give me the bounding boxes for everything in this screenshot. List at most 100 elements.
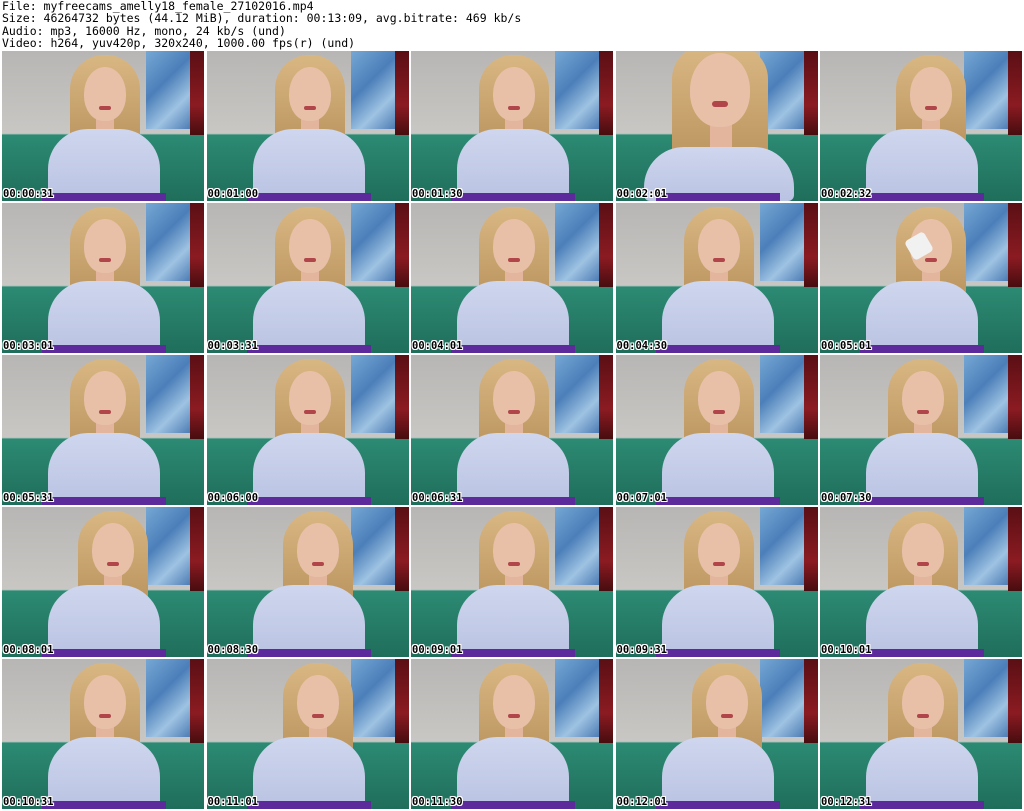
timestamp-label: 00:02:32 [821, 188, 872, 200]
white-top [48, 129, 160, 201]
lips [508, 410, 520, 414]
lips [917, 562, 929, 566]
background-red-panel [394, 659, 409, 749]
timestamp-label: 00:10:31 [3, 796, 54, 808]
lips [720, 714, 733, 718]
purple-fabric [451, 345, 575, 353]
background-poster [146, 507, 192, 585]
lips [311, 562, 324, 566]
video-thumbnail: 00:02:01 [615, 51, 818, 201]
white-top [661, 281, 774, 353]
background-poster [964, 51, 1010, 129]
white-top [48, 585, 160, 657]
face [493, 675, 535, 729]
white-top [866, 433, 978, 505]
lips [508, 106, 520, 110]
lips [712, 410, 725, 414]
face [697, 523, 740, 577]
purple-fabric [451, 193, 575, 201]
background-poster [759, 203, 806, 281]
background-poster [964, 659, 1010, 737]
lips [917, 714, 929, 718]
timestamp-label: 00:03:01 [3, 340, 54, 352]
white-top [866, 281, 978, 353]
background-red-panel [394, 203, 409, 293]
face [288, 371, 331, 425]
background-red-panel [394, 51, 409, 141]
background-red-panel [190, 659, 204, 749]
purple-fabric [655, 801, 780, 809]
timestamp-label: 00:07:30 [821, 492, 872, 504]
background-poster [964, 355, 1010, 433]
video-thumbnail: 00:09:01 [411, 507, 613, 657]
white-top [866, 585, 978, 657]
timestamp-label: 00:05:31 [3, 492, 54, 504]
white-top [457, 281, 569, 353]
lips [712, 562, 725, 566]
timestamp-label: 00:02:01 [616, 188, 668, 200]
video-thumbnail: 00:03:01 [2, 203, 204, 353]
lips [508, 258, 520, 262]
video-thumbnail: 00:00:31 [2, 51, 204, 201]
timestamp-label: 00:06:31 [412, 492, 463, 504]
background-red-panel [1008, 659, 1022, 749]
video-thumbnail: 00:11:01 [206, 659, 409, 809]
background-red-panel [190, 507, 204, 597]
purple-fabric [655, 497, 780, 505]
purple-fabric [42, 801, 166, 809]
purple-fabric [860, 497, 984, 505]
lips [99, 258, 111, 262]
timestamp-label: 00:03:31 [207, 340, 259, 352]
background-poster [350, 507, 397, 585]
video-thumbnail: 00:05:01 [820, 203, 1022, 353]
thumbnail-grid: 00:00:31 00:01:00 00:01:30 00:02:01 00:02:32… [2, 51, 1022, 809]
purple-fabric [655, 345, 780, 353]
video-thumbnail: 00:08:01 [2, 507, 204, 657]
face [296, 675, 339, 729]
purple-fabric [246, 801, 371, 809]
timestamp-label: 00:06:00 [207, 492, 259, 504]
timestamp-label: 00:09:01 [412, 644, 463, 656]
video-thumbnail: 00:07:01 [615, 355, 818, 505]
background-red-panel [599, 51, 613, 141]
white-top [457, 433, 569, 505]
lips [311, 714, 324, 718]
white-top [457, 129, 569, 201]
white-top [252, 433, 365, 505]
face [493, 67, 535, 121]
lips [712, 258, 725, 262]
face [296, 523, 339, 577]
background-red-panel [1008, 51, 1022, 141]
white-top [252, 585, 365, 657]
background-poster [146, 203, 192, 281]
video-thumbnail: 00:02:32 [820, 51, 1022, 201]
white-top [48, 737, 160, 809]
background-poster [350, 355, 397, 433]
video-thumbnail: 00:01:30 [411, 51, 613, 201]
background-red-panel [599, 659, 613, 749]
purple-fabric [860, 345, 984, 353]
background-red-panel [190, 51, 204, 141]
background-red-panel [1008, 203, 1022, 293]
timestamp-label: 00:01:00 [207, 188, 259, 200]
lips [711, 101, 728, 107]
background-poster [964, 507, 1010, 585]
lips [917, 410, 929, 414]
purple-fabric [42, 497, 166, 505]
background-red-panel [803, 203, 818, 293]
video-thumbnail: 00:09:31 [615, 507, 818, 657]
background-red-panel [394, 355, 409, 445]
timestamp-label: 00:12:01 [616, 796, 668, 808]
background-poster [555, 355, 601, 433]
white-top [866, 737, 978, 809]
video-thumbnail: 00:04:01 [411, 203, 613, 353]
purple-fabric [451, 497, 575, 505]
background-poster [555, 203, 601, 281]
background-red-panel [803, 51, 818, 141]
purple-fabric [42, 649, 166, 657]
white-top [48, 281, 160, 353]
video-thumbnail: 00:05:31 [2, 355, 204, 505]
video-thumbnail: 00:01:00 [206, 51, 409, 201]
video-thumbnail: 00:12:31 [820, 659, 1022, 809]
face [910, 67, 952, 121]
